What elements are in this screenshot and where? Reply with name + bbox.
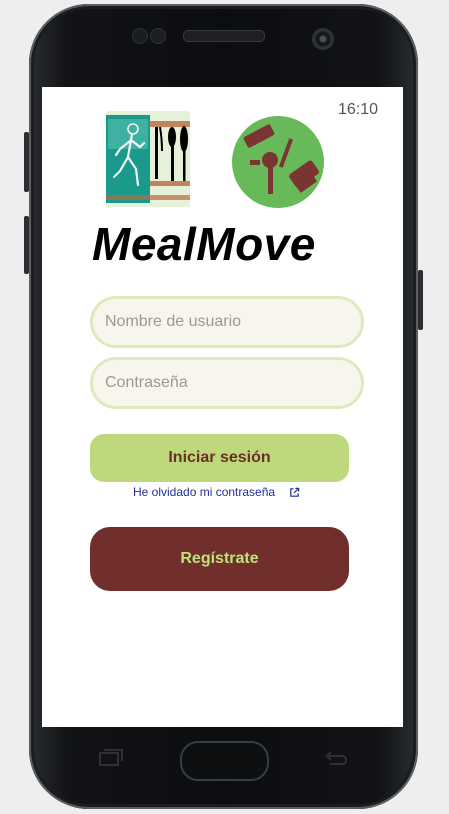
username-input[interactable]: [90, 296, 364, 348]
light-sensor: [150, 28, 166, 44]
register-button[interactable]: Regístrate: [90, 527, 349, 591]
forgot-password-label: He olvidado mi contraseña: [133, 485, 276, 499]
front-camera: [312, 28, 334, 50]
home-button[interactable]: [180, 741, 269, 781]
proximity-sensor: [132, 28, 148, 44]
status-time: 16:10: [337, 101, 378, 118]
app-screen: 16:10 MealMove Iniciar sesión He olvidad…: [42, 87, 403, 727]
login-button[interactable]: Iniciar sesión: [90, 434, 349, 482]
earpiece-speaker: [183, 30, 265, 42]
runner-and-cutlery-logo-icon: [106, 111, 190, 207]
recent-apps-icon[interactable]: [98, 748, 124, 773]
password-input[interactable]: [90, 357, 364, 409]
app-title: MealMove: [92, 218, 316, 270]
power-button: [418, 270, 423, 330]
cooking-utensils-logo-icon: [232, 116, 324, 208]
external-link-icon: [290, 487, 300, 497]
bixby-button: [24, 216, 29, 274]
volume-button: [24, 132, 29, 192]
forgot-password-link[interactable]: He olvidado mi contraseña: [133, 485, 300, 499]
back-icon[interactable]: [322, 748, 348, 773]
